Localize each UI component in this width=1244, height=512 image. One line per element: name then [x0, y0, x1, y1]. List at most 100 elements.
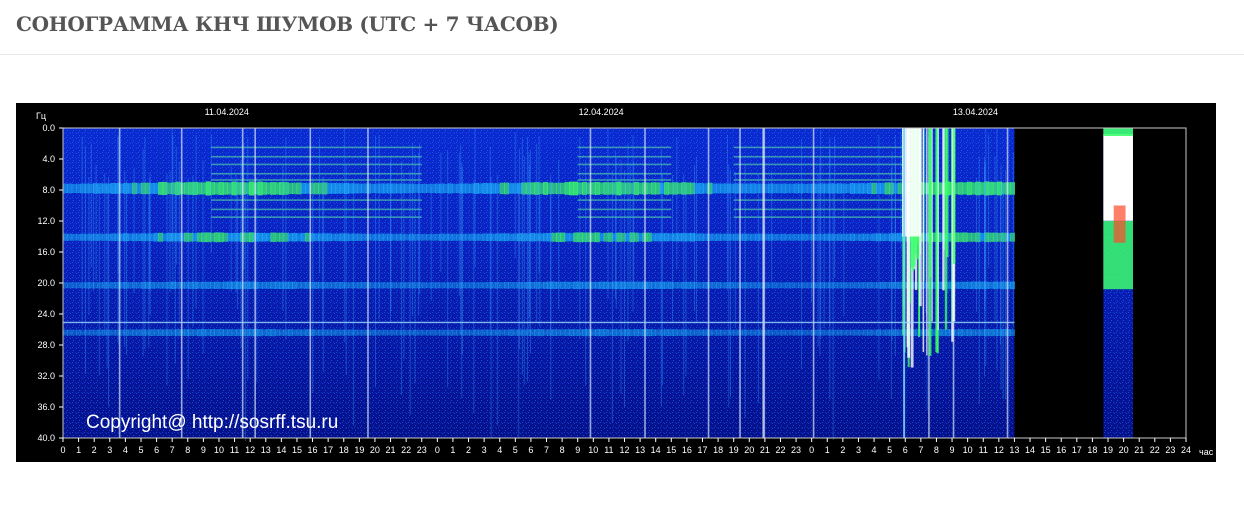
harmonic-band-segment: [158, 282, 164, 289]
harmonic-band-segment: [560, 329, 566, 336]
x-tick-label: 21: [760, 445, 770, 455]
harmonic-band-segment: [257, 181, 263, 196]
harmonic-band-segment: [80, 329, 86, 336]
harmonic-band-segment: [339, 233, 345, 242]
harmonic-band-segment: [348, 282, 354, 289]
vertical-spike: [169, 170, 171, 293]
harmonic-band-segment: [482, 233, 488, 242]
harmonic-band-segment: [452, 282, 458, 289]
harmonic-band-segment: [136, 282, 142, 289]
vertical-spike: [1002, 182, 1004, 400]
vertical-spike: [473, 179, 475, 414]
burst-stripe: [942, 128, 945, 291]
harmonic-band-segment: [633, 281, 639, 289]
harmonic-band-segment: [292, 329, 298, 336]
harmonic-band-segment: [287, 281, 293, 290]
harmonic-band-segment: [806, 329, 812, 336]
harmonic-band-segment: [430, 329, 436, 336]
harmonic-band-segment: [71, 282, 77, 289]
harmonic-band-segment: [223, 281, 228, 290]
vertical-spike: [978, 157, 980, 405]
harmonic-band-segment: [313, 182, 319, 195]
harmonic-band-segment: [858, 183, 864, 194]
harmonic-band-segment: [248, 181, 254, 196]
vertical-spike: [133, 167, 135, 294]
harmonic-band-segment: [590, 182, 596, 195]
harmonic-band-segment: [720, 233, 726, 241]
burst-stripe: [936, 128, 938, 301]
x-tick-label: 1: [825, 445, 830, 455]
harmonic-band-segment: [793, 183, 799, 194]
harmonic-band-segment: [192, 329, 198, 336]
harmonic-band-segment: [331, 183, 337, 194]
x-tick-label: 18: [339, 445, 349, 455]
harmonic-band-segment: [664, 233, 670, 242]
x-tick-label: 2: [92, 445, 97, 455]
harmonic-band-segment: [568, 233, 574, 242]
harmonic-band-segment: [863, 329, 868, 336]
harmonic-band-segment: [746, 233, 752, 241]
harmonic-band-segment: [508, 329, 514, 336]
harmonic-band-segment: [166, 232, 172, 242]
harmonic-band-segment: [703, 233, 708, 241]
burst-stripe: [922, 128, 925, 352]
harmonic-band-segment: [884, 233, 890, 241]
harmonic-band-segment: [434, 233, 440, 241]
harmonic-band-segment: [780, 282, 786, 289]
harmonic-band-segment: [581, 181, 587, 195]
harmonic-band-segment: [538, 329, 544, 337]
harmonic-band-segment: [1010, 182, 1016, 195]
harmonic-band-segment: [599, 233, 605, 242]
x-tick-label: 2: [840, 445, 845, 455]
harmonic-band-segment: [776, 329, 782, 336]
harmonic-band-segment: [741, 329, 747, 336]
vertical-spike: [550, 174, 552, 330]
harmonic-band-segment: [63, 183, 68, 194]
harmonic-band-segment: [339, 281, 345, 289]
vertical-spike: [419, 143, 421, 295]
harmonic-band-segment: [547, 182, 553, 195]
harmonic-band-segment: [383, 282, 388, 289]
vertical-spike: [662, 174, 664, 386]
date-label: 13.04.2024: [953, 107, 998, 117]
vertical-spike: [236, 180, 238, 310]
harmonic-band-segment: [166, 182, 172, 195]
x-tick-label: 4: [123, 445, 128, 455]
harmonic-band-segment: [594, 181, 600, 195]
vertical-spike: [88, 176, 90, 316]
harmonic-band-segment: [491, 183, 497, 194]
harmonic-band-segment: [871, 282, 877, 289]
harmonic-band-segment: [387, 329, 393, 336]
vertical-spike: [1004, 169, 1006, 400]
harmonic-band-segment: [235, 281, 241, 290]
vertical-spike: [611, 170, 613, 423]
harmonic-band-segment: [326, 183, 332, 194]
x-tick-label: 12: [994, 445, 1004, 455]
harmonic-band-segment: [603, 329, 609, 337]
harmonic-band-segment: [806, 183, 812, 194]
harmonic-band-segment: [452, 329, 458, 336]
x-tick-label: 24: [1181, 445, 1191, 455]
harmonic-band-segment: [326, 282, 332, 289]
x-tick-label: 18: [713, 445, 723, 455]
harmonic-band-segment: [287, 329, 293, 337]
vertical-spike: [820, 130, 822, 338]
harmonic-band-segment: [651, 329, 657, 336]
harmonic-band-segment: [871, 329, 877, 336]
harmonic-band-segment: [850, 182, 856, 194]
harmonic-band-segment: [945, 328, 951, 337]
vertical-spike: [282, 165, 284, 311]
harmonic-band-segment: [413, 184, 419, 193]
harmonic-band-segment: [465, 282, 471, 289]
harmonic-band-segment: [127, 329, 133, 336]
harmonic-band-segment: [685, 329, 691, 336]
vertical-spike: [378, 134, 380, 320]
harmonic-band-segment: [499, 329, 505, 336]
harmonic-band-segment: [612, 329, 618, 337]
y-tick-label: 4.0: [42, 154, 55, 164]
x-tick-label: 15: [1041, 445, 1051, 455]
harmonic-band-segment: [482, 182, 488, 194]
harmonic-band-segment: [274, 182, 280, 195]
vertical-spike: [180, 128, 183, 438]
harmonic-band-segment: [573, 181, 579, 196]
